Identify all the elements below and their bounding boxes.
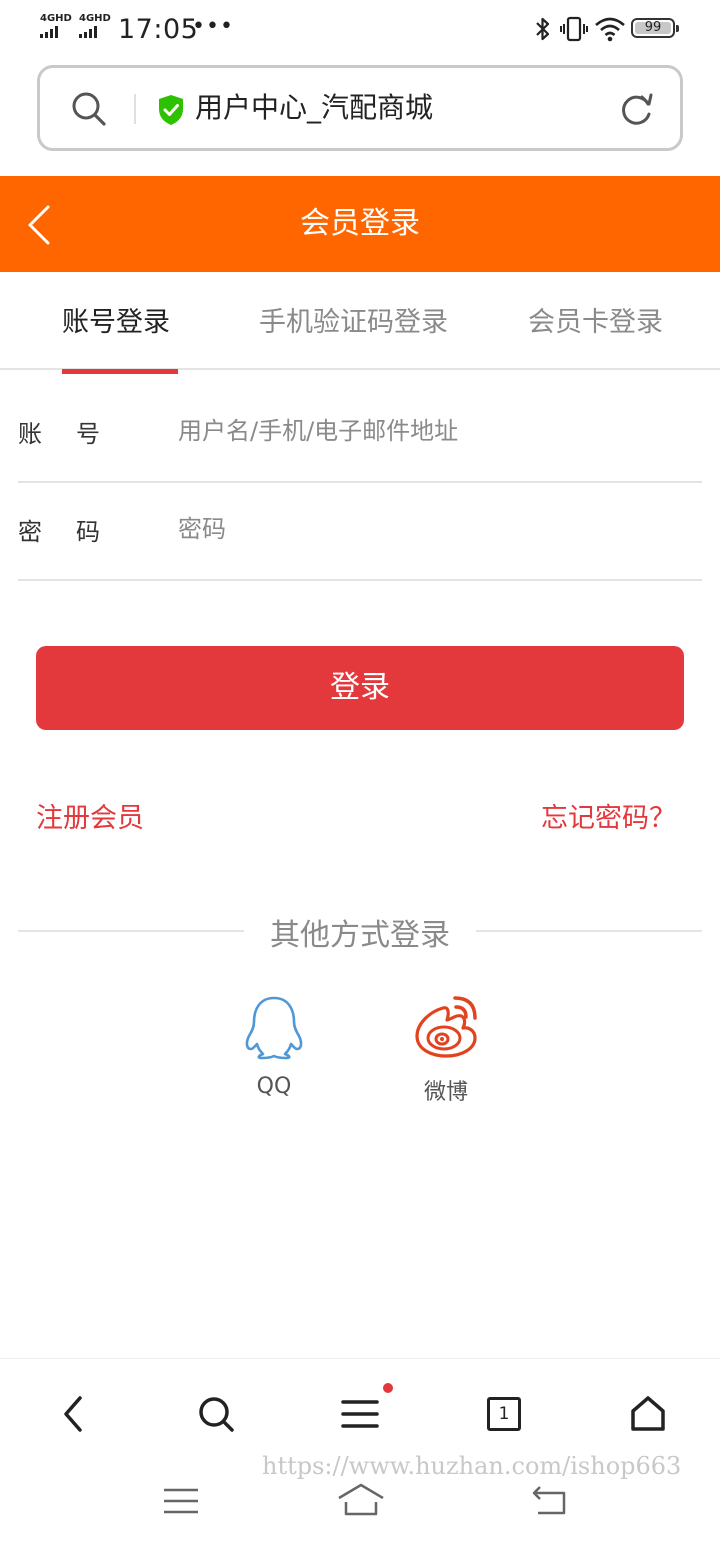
password-label: 密码 [18, 518, 134, 546]
clock: 17:05 [118, 14, 199, 45]
other-login-divider-right [476, 930, 702, 932]
more-notifications-indicator: ••• [192, 14, 234, 39]
system-nav-bar [0, 1470, 720, 1544]
address-bar-divider [134, 94, 136, 124]
account-label: 账号 [18, 420, 134, 448]
home-icon [631, 1396, 665, 1431]
menu-notification-dot [383, 1383, 393, 1393]
signal-1-label: 4GHD [40, 13, 72, 24]
tab-member-card-login[interactable]: 会员卡登录 [528, 300, 663, 339]
system-home-icon[interactable] [336, 1482, 386, 1518]
account-divider [18, 481, 702, 483]
tabs-icon: 1 [487, 1397, 521, 1431]
login-tabs: 账号登录 手机验证码登录 会员卡登录 [0, 272, 720, 370]
wifi-icon [595, 17, 625, 42]
bluetooth-icon [536, 17, 550, 41]
active-tab-indicator [62, 369, 178, 374]
address-bar[interactable]: 用户中心_汽配商城 [37, 65, 683, 151]
qq-label: QQ [256, 1074, 292, 1099]
secure-shield-icon [159, 95, 183, 125]
cellular-signal-1: 4GHD [40, 14, 72, 38]
header-title: 会员登录 [300, 206, 420, 241]
tab-count: 1 [498, 1404, 510, 1424]
battery-level: 99 [644, 20, 662, 35]
search-icon[interactable] [70, 90, 108, 128]
weibo-label: 微博 [423, 1080, 468, 1105]
other-login-title: 其他方式登录 [270, 918, 450, 953]
chevron-left-icon [64, 1396, 82, 1432]
nav-menu-button[interactable] [335, 1389, 385, 1439]
cellular-signal-2: 4GHD [79, 14, 111, 38]
password-divider [18, 579, 702, 581]
weibo-login-option[interactable]: 微博 [406, 994, 486, 1106]
status-bar: 4GHD 4GHD 17:05 ••• 99 [0, 0, 720, 58]
refresh-icon[interactable] [618, 90, 656, 128]
register-link[interactable]: 注册会员 [36, 796, 144, 835]
search-icon [199, 1397, 234, 1432]
forgot-password-link[interactable]: 忘记密码？ [541, 796, 676, 835]
signal-2-label: 4GHD [79, 13, 111, 24]
qq-icon[interactable] [242, 994, 306, 1060]
page-url-title[interactable]: 用户中心_汽配商城 [195, 86, 433, 130]
account-input[interactable] [178, 406, 678, 456]
system-back-icon[interactable] [530, 1484, 568, 1516]
nav-home-button[interactable] [623, 1389, 673, 1439]
vibrate-icon [560, 16, 588, 42]
password-input[interactable] [178, 504, 678, 554]
battery-indicator: 99 [631, 18, 679, 38]
menu-icon [341, 1400, 379, 1428]
nav-search-button[interactable] [191, 1389, 241, 1439]
nav-tabs-button[interactable]: 1 [479, 1389, 529, 1439]
weibo-icon[interactable] [413, 994, 479, 1060]
tab-account-login[interactable]: 账号登录 [62, 300, 170, 339]
tab-sms-code-login[interactable]: 手机验证码登录 [259, 300, 448, 339]
page-header: 会员登录 [0, 176, 720, 272]
system-menu-icon[interactable] [162, 1486, 200, 1516]
nav-back-button[interactable] [48, 1389, 98, 1439]
login-button[interactable]: 登录 [36, 646, 684, 730]
qq-login-option[interactable]: QQ [234, 994, 314, 1099]
